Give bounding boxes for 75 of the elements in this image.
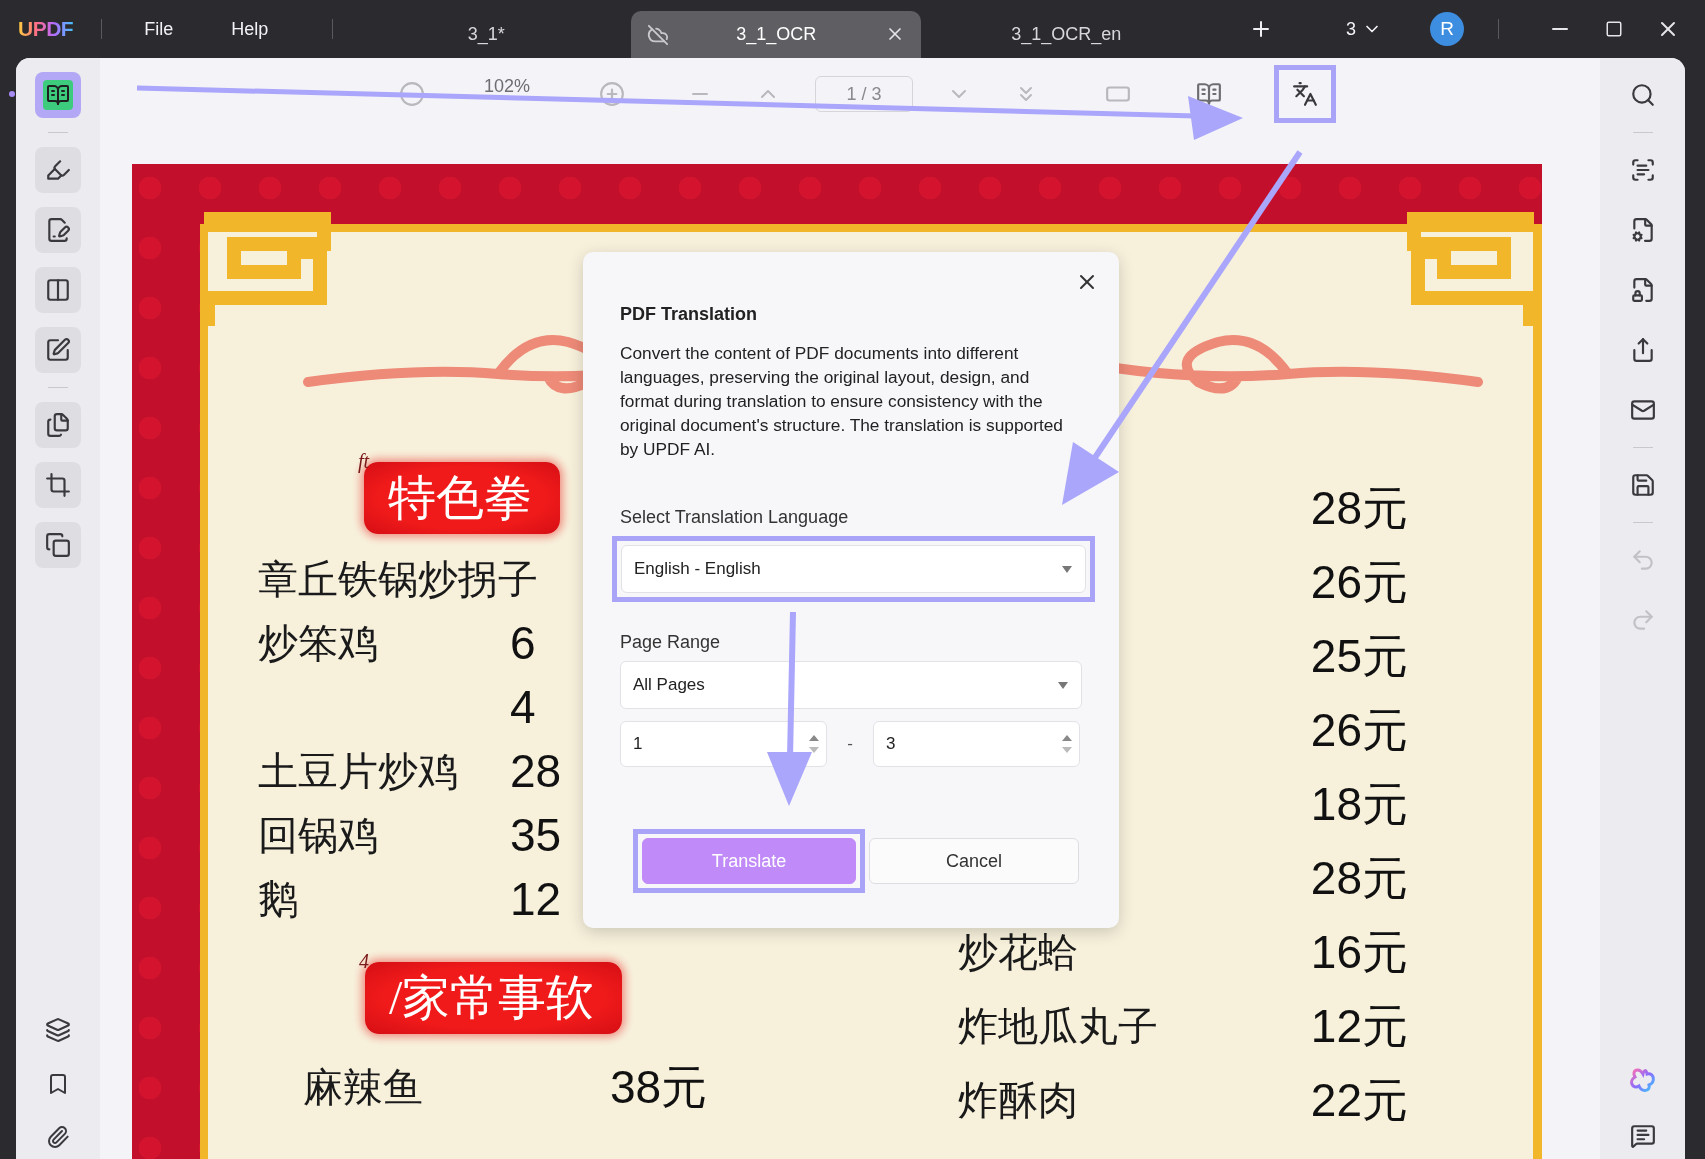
ai-assistant-icon[interactable] [1628, 1066, 1657, 1094]
dropdown-caret-icon [1057, 680, 1069, 690]
reader-icon [43, 80, 73, 110]
paperclip-icon[interactable] [46, 1125, 70, 1149]
page-range-select[interactable]: All Pages [620, 661, 1082, 709]
search-icon[interactable] [1629, 82, 1656, 108]
crop-icon [45, 472, 71, 498]
window-count[interactable]: 3 [1346, 18, 1356, 40]
dialog-title: PDF Translation [620, 304, 759, 325]
comment-icon[interactable] [1629, 1123, 1656, 1149]
dish-price: 12元 [1310, 999, 1408, 1055]
from-page-field[interactable]: 1 [620, 721, 827, 767]
dish-price: 6 [510, 616, 536, 672]
scan-text-icon[interactable] [1629, 157, 1656, 183]
dish-name: 章丘铁锅炒拐子 [258, 556, 538, 604]
layers-icon[interactable] [45, 1017, 71, 1043]
ocr-mark: 4 [359, 950, 369, 973]
dish-name: 回锅鸡 [258, 812, 378, 860]
mail-icon[interactable] [1629, 397, 1656, 423]
document-tab[interactable]: 3_1_OCR [631, 11, 922, 58]
dish-name: 炸地瓜丸子 [958, 1003, 1158, 1051]
dish-name: 土豆片炒鸡 [258, 748, 458, 796]
dish-price: 26元 [1310, 703, 1408, 759]
dish-price: 28元 [1310, 481, 1408, 537]
dish-price: 28元 [1310, 851, 1408, 907]
field-label: Page Range [620, 632, 722, 653]
menu-item[interactable]: Help [217, 12, 283, 46]
pages-icon [45, 412, 71, 438]
dish-name: 鹅 [258, 876, 298, 924]
tool-button[interactable] [35, 147, 81, 193]
tool-button[interactable] [35, 207, 81, 253]
copy-icon [45, 532, 71, 558]
dish-price: 38元 [610, 1060, 708, 1116]
language-select[interactable]: English - English [621, 545, 1086, 593]
tool-button[interactable] [35, 402, 81, 448]
cancel-button[interactable]: Cancel [869, 838, 1079, 884]
dish-price: 35 [510, 808, 562, 864]
to-page-field[interactable]: 3 [873, 721, 1080, 767]
menu-item[interactable]: File [130, 12, 188, 46]
translate-tool-button[interactable] [1274, 65, 1337, 123]
translate-icon [1292, 81, 1319, 107]
cloud-off-icon [647, 24, 670, 46]
tool-button[interactable] [35, 72, 81, 118]
tool-button[interactable] [35, 462, 81, 508]
dialog-description: Convert the content of PDF documents into different languages, preserving the original layout, design, and format during translation to ensure consistency with the original document's structure. The translation is supported by UPDF AI. [620, 342, 1064, 461]
dish-price: 22元 [1310, 1073, 1408, 1129]
dropdown-caret-icon [1061, 564, 1073, 574]
document-tab[interactable]: 3_1_OCR_en [921, 11, 1212, 58]
save-icon[interactable] [1629, 472, 1656, 498]
dish-price: 16元 [1310, 925, 1408, 981]
tool-button[interactable] [35, 327, 81, 373]
dish-name: 麻辣鱼 [303, 1064, 423, 1112]
edit-text-icon [45, 217, 71, 243]
ocr-mark: ft [358, 450, 370, 473]
dish-price: 4 [510, 680, 536, 736]
file-lock-icon[interactable] [1629, 277, 1656, 303]
dish-name: 炒笨鸡 [258, 620, 378, 668]
field-label: Select Translation Language [620, 507, 850, 528]
dish-name: 炒花蛤 [958, 929, 1078, 977]
tool-button[interactable] [35, 522, 81, 568]
dish-name: 炸酥肉 [958, 1077, 1078, 1125]
dish-price: 25元 [1310, 629, 1408, 685]
document-tab[interactable]: 3_1* [341, 11, 632, 58]
zoom-level[interactable]: 102% [484, 75, 531, 97]
dish-price: 18元 [1310, 777, 1408, 833]
dish-price: 28 [510, 744, 562, 800]
form-edit-icon [45, 337, 71, 363]
reading-icon[interactable] [1196, 81, 1223, 107]
dish-price: 12 [510, 872, 562, 928]
columns-icon [45, 277, 71, 303]
range-separator: - [846, 734, 854, 754]
dish-price: 26元 [1310, 555, 1408, 611]
highlighter-icon [45, 157, 71, 183]
tool-button[interactable] [35, 267, 81, 313]
indicator-dot [9, 91, 15, 97]
